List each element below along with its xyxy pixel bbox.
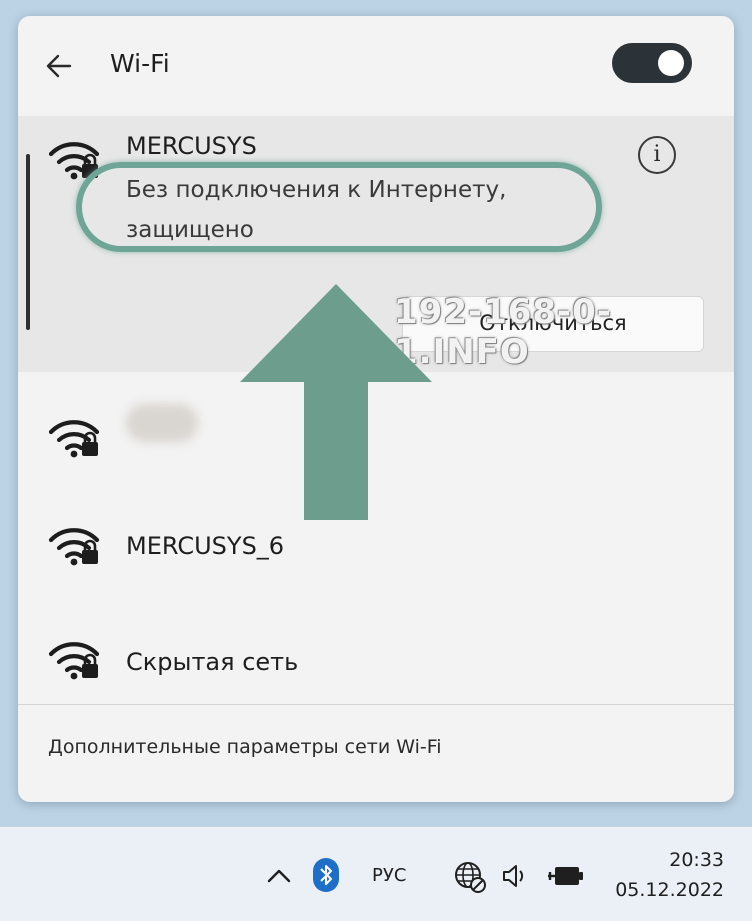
bluetooth-icon[interactable] xyxy=(312,857,340,893)
toggle-knob xyxy=(658,50,684,76)
chevron-up-icon[interactable] xyxy=(264,865,294,887)
clock-date: 05.12.2022 xyxy=(615,879,724,901)
globe-no-internet-icon[interactable] xyxy=(452,859,488,895)
divider xyxy=(18,704,734,705)
clock-time: 20:33 xyxy=(669,849,724,871)
blurred-network-name xyxy=(126,404,198,442)
wifi-toggle[interactable] xyxy=(612,43,692,83)
network-name: MERCUSYS_6 xyxy=(126,532,285,560)
language-indicator[interactable]: РУС xyxy=(372,865,406,886)
battery-charging-icon[interactable] xyxy=(546,861,586,891)
status-highlight-ring xyxy=(76,162,602,252)
wifi-flyout: Wi-Fi MERCUSYS Без подключения к Интерне… xyxy=(18,16,734,802)
taskbar: РУС 20:33 05.12.2022 xyxy=(0,826,752,921)
info-icon: i xyxy=(653,142,661,167)
selection-indicator xyxy=(26,154,30,330)
page-title: Wi-Fi xyxy=(110,49,170,78)
network-item-mercusys-6[interactable]: MERCUSYS_6 xyxy=(18,478,734,588)
network-properties-button[interactable]: i xyxy=(638,136,676,174)
back-button[interactable] xyxy=(40,46,80,86)
back-arrow-icon xyxy=(46,54,72,78)
wifi-secured-icon xyxy=(48,528,100,566)
network-item-hidden-name[interactable] xyxy=(18,368,734,478)
watermark-text: 192-168-0-1.INFO xyxy=(394,292,612,372)
wifi-secured-icon xyxy=(48,420,100,458)
wifi-secured-icon xyxy=(48,642,100,680)
network-item-hidden-network[interactable]: Скрытая сеть xyxy=(18,592,734,702)
more-wifi-settings-link[interactable]: Дополнительные параметры сети Wi-Fi xyxy=(48,736,442,758)
speaker-icon[interactable] xyxy=(500,861,530,891)
network-name: Скрытая сеть xyxy=(126,648,299,676)
flyout-header: Wi-Fi xyxy=(18,16,734,116)
connected-network-name: MERCUSYS xyxy=(126,132,257,160)
clock[interactable]: 20:33 05.12.2022 xyxy=(606,845,724,905)
